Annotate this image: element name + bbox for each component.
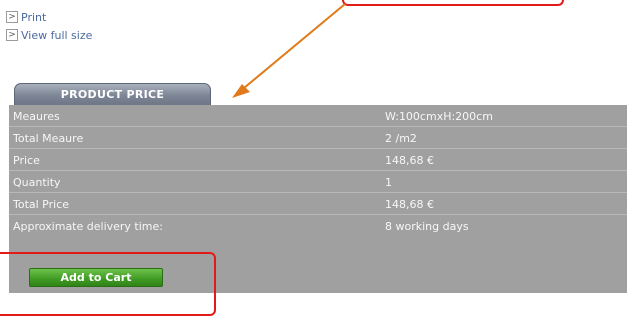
- row-value: 148,68 €: [385, 154, 434, 167]
- product-price-tab[interactable]: PRODUCT PRICE: [14, 83, 211, 105]
- row-value: 1: [385, 176, 392, 189]
- row-label: Price: [13, 154, 40, 167]
- row-label: Meaures: [13, 110, 60, 123]
- row-label: Total Price: [13, 198, 70, 211]
- price-row: Total Meaure 2 /m2: [9, 127, 627, 149]
- print-link[interactable]: > Print: [6, 8, 92, 26]
- print-link-label[interactable]: Print: [21, 11, 46, 24]
- view-full-size-link-label[interactable]: View full size: [21, 29, 92, 42]
- row-label: Quantity: [13, 176, 61, 189]
- row-label: Total Meaure: [13, 132, 84, 145]
- add-to-cart-button[interactable]: Add to Cart: [29, 268, 163, 287]
- row-value: 148,68 €: [385, 198, 434, 211]
- chevron-right-icon: >: [6, 11, 18, 23]
- price-row: Meaures W:100cmxH:200cm: [9, 105, 627, 127]
- price-row: Total Price 148,68 €: [9, 193, 627, 215]
- row-value: W:100cmxH:200cm: [385, 110, 493, 123]
- chevron-right-icon: >: [6, 29, 18, 41]
- price-row: Quantity 1: [9, 171, 627, 193]
- row-value: 2 /m2: [385, 132, 417, 145]
- price-row: Price 148,68 €: [9, 149, 627, 171]
- row-label: Approximate delivery time:: [13, 220, 163, 233]
- top-links: > Print > View full size: [6, 8, 92, 44]
- price-row: Approximate delivery time: 8 working day…: [9, 215, 627, 237]
- row-value: 8 working days: [385, 220, 469, 233]
- view-full-size-link[interactable]: > View full size: [6, 26, 92, 44]
